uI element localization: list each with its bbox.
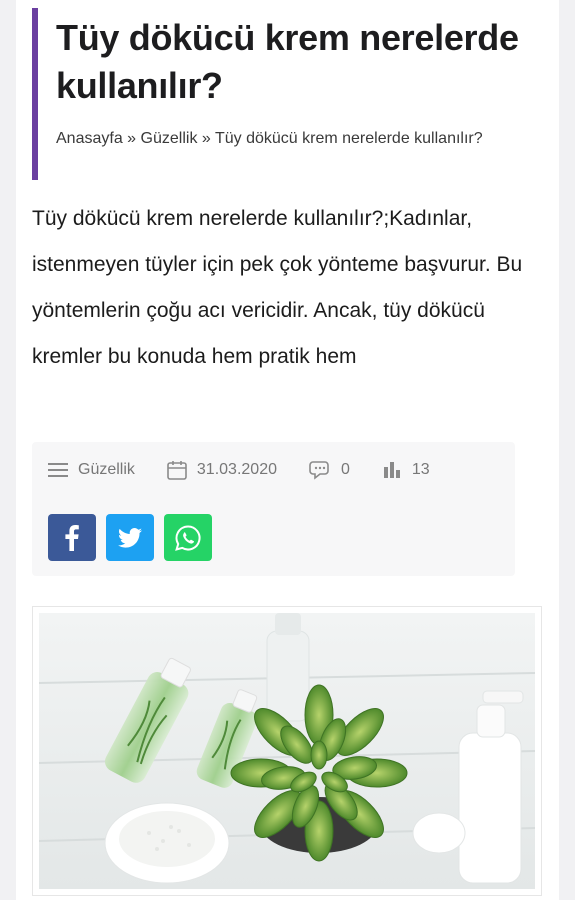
meta-comments[interactable]: 0 (309, 460, 350, 480)
meta-category[interactable]: Güzellik (48, 461, 135, 479)
breadcrumb-category-link[interactable]: Güzellik (141, 130, 198, 147)
meta-date-value: 31.03.2020 (196, 461, 277, 478)
breadcrumb: Anasayfa » Güzellik » Tüy dökücü krem ne… (56, 122, 532, 156)
twitter-icon (118, 527, 142, 548)
article-meta-row: Güzellik 31.03.2020 0 13 (48, 460, 462, 480)
facebook-icon (65, 524, 79, 551)
meta-comments-count: 0 (340, 461, 350, 478)
article-page: Tüy dökücü krem nerelerde kullanılır? An… (16, 0, 559, 900)
menu-lines-icon (48, 463, 68, 477)
breadcrumb-separator: » (201, 130, 211, 147)
article-meta-card: Güzellik 31.03.2020 0 13 (32, 442, 515, 576)
page-title: Tüy dökücü krem nerelerde kullanılır? (56, 17, 519, 106)
meta-category-label: Güzellik (78, 461, 135, 478)
breadcrumb-home-link[interactable]: Anasayfa (56, 130, 123, 147)
meta-views-count: 13 (411, 461, 430, 478)
meta-views: 13 (382, 461, 430, 479)
article-lead: Tüy dökücü krem nerelerde kullanılır?;Ka… (32, 207, 523, 368)
twitter-share-button[interactable] (106, 514, 154, 561)
calendar-icon (167, 461, 187, 480)
breadcrumb-current: Tüy dökücü krem nerelerde kullanılır? (214, 130, 483, 147)
whatsapp-share-button[interactable] (164, 514, 212, 561)
breadcrumb-separator: » (127, 130, 137, 147)
hero-photo-illustration (39, 613, 535, 889)
whatsapp-icon (175, 524, 201, 551)
comment-bubble-icon (309, 461, 329, 480)
article-hero-image (32, 606, 542, 896)
meta-date: 31.03.2020 (167, 460, 277, 480)
article-header: Tüy dökücü krem nerelerde kullanılır? An… (32, 8, 532, 180)
bar-chart-icon (383, 462, 400, 478)
facebook-share-button[interactable] (48, 514, 96, 561)
share-buttons (48, 514, 222, 561)
